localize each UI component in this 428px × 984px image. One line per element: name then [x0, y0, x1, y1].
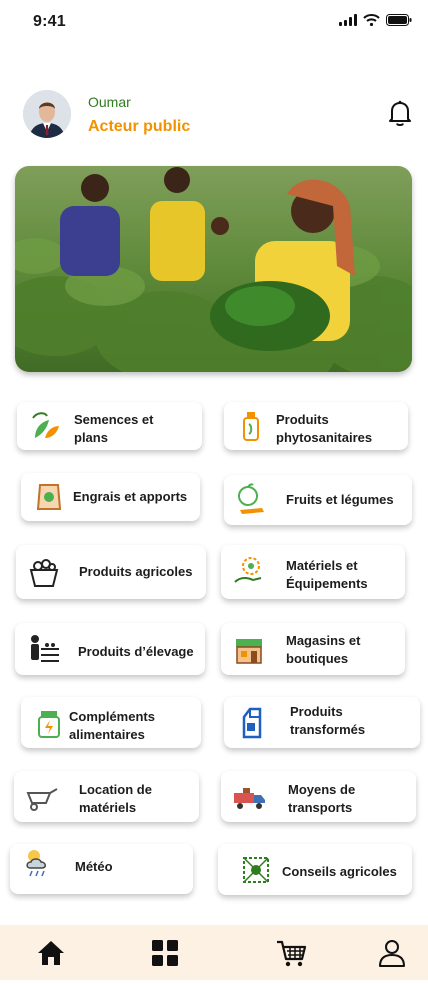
- truck-icon: [234, 787, 265, 809]
- home-icon[interactable]: [35, 937, 67, 969]
- advice-icon: [243, 856, 269, 883]
- cart-icon[interactable]: [275, 937, 307, 969]
- category-label: Semences et plans: [74, 412, 154, 445]
- user-icon[interactable]: [376, 937, 408, 969]
- category-card[interactable]: Produits agricoles: [16, 545, 206, 599]
- avatar[interactable]: [23, 90, 71, 138]
- category-label: Météo: [75, 859, 113, 874]
- category-label: Produits phytosanitaires: [276, 412, 373, 445]
- category-label: Produits agricoles: [79, 564, 193, 579]
- status-bar: 9:41: [0, 0, 428, 44]
- category-card[interactable]: Engrais et apports: [21, 473, 200, 521]
- category-label: Fruits et légumes: [286, 492, 394, 507]
- grid-icon[interactable]: [149, 937, 181, 969]
- signal-icon: [339, 14, 357, 26]
- user-name: Oumar: [88, 94, 131, 110]
- bottom-nav: [0, 925, 428, 980]
- status-icons: [339, 14, 412, 26]
- fruits-vegetables-icon: [238, 483, 264, 514]
- category-card[interactable]: Produits phytosanitaires: [224, 402, 408, 450]
- category-card[interactable]: Matériels et Équipements: [221, 545, 405, 599]
- livestock-icon: [31, 635, 59, 662]
- category-card[interactable]: Location de matériels: [14, 771, 199, 822]
- category-label: Conseils agricoles: [282, 864, 397, 879]
- spray-bottle-icon: [243, 412, 259, 441]
- category-label: Moyens de transports: [288, 782, 356, 815]
- store-icon: [236, 639, 262, 664]
- category-label: Compléments alimentaires: [69, 709, 155, 742]
- category-label: Matériels et Équipements: [286, 558, 368, 591]
- user-role: Acteur public: [88, 118, 191, 135]
- weather-icon: [26, 850, 46, 877]
- category-label: Magasins et boutiques: [286, 633, 361, 666]
- category-card[interactable]: Magasins et boutiques: [221, 623, 405, 675]
- category-card[interactable]: Fruits et légumes: [224, 475, 412, 525]
- category-card[interactable]: Conseils agricoles: [218, 844, 412, 895]
- produce-basket-icon: [29, 559, 59, 587]
- equipment-icon: [234, 557, 262, 583]
- category-card[interactable]: Produits transformés: [224, 697, 420, 748]
- category-label: Produits transformés: [290, 704, 366, 737]
- category-card[interactable]: Météo: [10, 844, 193, 894]
- category-label: Produits d’élevage: [78, 644, 194, 659]
- profile-header: Oumar Acteur public: [23, 90, 413, 140]
- fertilizer-bag-icon: [36, 484, 62, 510]
- category-label: Engrais et apports: [73, 489, 188, 504]
- status-time: 9:41: [33, 13, 66, 30]
- battery-icon: [386, 14, 412, 26]
- category-card[interactable]: Produits d’élevage: [15, 623, 205, 675]
- bell-icon[interactable]: [387, 99, 413, 127]
- supplement-jar-icon: [38, 710, 60, 738]
- category-card[interactable]: Moyens de transports: [221, 771, 416, 822]
- category-card[interactable]: Semences et plans: [17, 402, 202, 450]
- wifi-icon: [363, 14, 380, 26]
- milk-carton-icon: [242, 707, 262, 738]
- category-label: Location de matériels: [79, 782, 152, 815]
- hero-banner-image: [15, 166, 412, 372]
- wheelbarrow-icon: [26, 787, 58, 811]
- category-card[interactable]: Compléments alimentaires: [21, 697, 201, 748]
- seedling-icon: [32, 412, 59, 438]
